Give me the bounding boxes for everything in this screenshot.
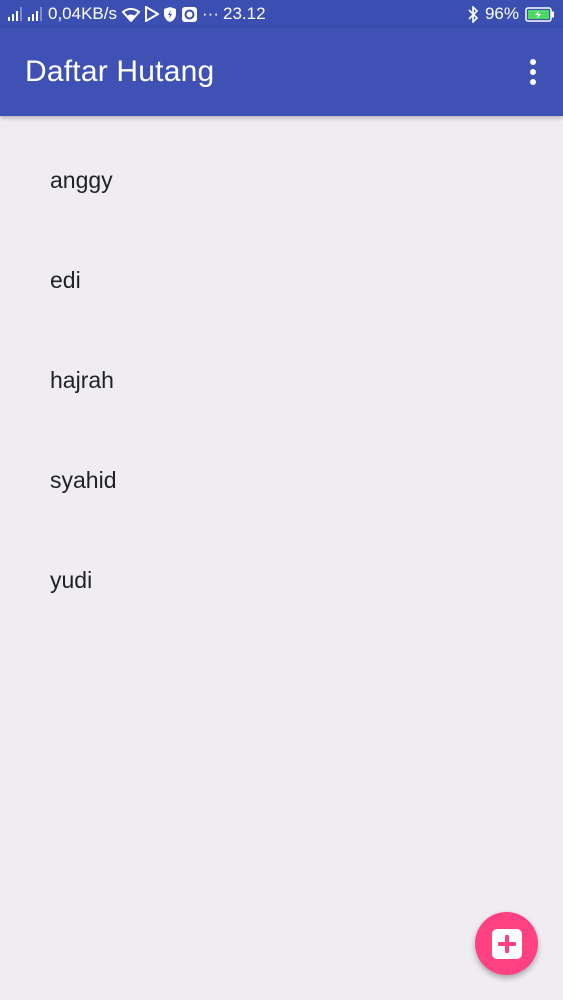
signal-icon [8,7,22,21]
battery-percent: 96% [484,4,519,23]
add-box-icon [491,928,522,959]
more-vert-icon-dot [530,69,536,75]
battery-charging-icon [525,6,555,22]
network-speed: 0,04KB/s [48,4,117,23]
more-vert-icon-dot [530,79,536,85]
bluetooth-icon [467,5,479,23]
list-item[interactable]: anggy [0,130,563,230]
page-title: Daftar Hutang [25,55,215,88]
add-button[interactable] [475,912,538,975]
shield-icon [163,6,177,23]
status-bar: 0,04KB/s ··· 23.12 96% [0,0,563,28]
list-item[interactable]: syahid [0,430,563,530]
list-item[interactable]: hajrah [0,330,563,430]
overflow-menu-button[interactable] [523,54,543,90]
debtor-list: anggy edi hajrah syahid yudi [0,130,563,630]
signal-icon-2 [28,7,42,21]
wifi-icon [121,6,141,22]
play-store-icon [145,6,159,22]
list-item[interactable]: edi [0,230,563,330]
clock: 23.12 [222,4,266,23]
more-notifications: ··· [202,4,219,23]
app-notification-icon [181,6,198,23]
more-vert-icon [530,59,536,65]
list-item[interactable]: yudi [0,530,563,630]
app-bar: Daftar Hutang [0,28,563,116]
